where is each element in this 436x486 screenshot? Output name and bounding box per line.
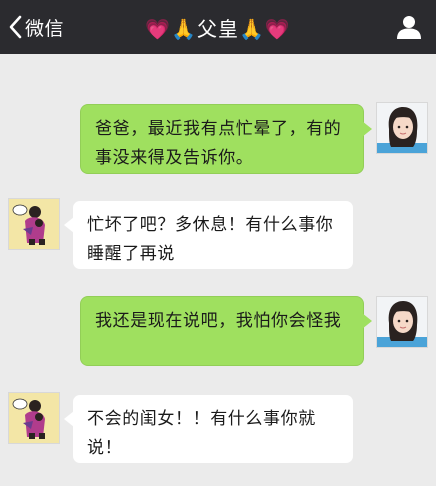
message-bubble-outgoing[interactable]: 我还是现在说吧，我怕你会怪我 [80, 296, 372, 366]
chat-info-button[interactable] [396, 14, 422, 40]
person-icon [396, 16, 422, 44]
my-avatar[interactable] [376, 102, 428, 154]
father-avatar[interactable] [8, 198, 60, 250]
father-avatar[interactable] [8, 392, 60, 444]
chat-header: 微信 💗🙏父皇🙏💗 [0, 0, 436, 54]
message-bubble-outgoing[interactable]: 爸爸，最近我有点忙晕了，有的事没来得及告诉你。 [80, 104, 372, 174]
message-bubble-incoming[interactable]: 忙坏了吧？多休息！有什么事你睡醒了再说 [64, 200, 354, 270]
message-bubble-incoming[interactable]: 不会的闺女！！有什么事你就说！ [64, 394, 354, 464]
chat-title: 💗🙏父皇🙏💗 [145, 16, 291, 41]
my-avatar[interactable] [376, 296, 428, 348]
